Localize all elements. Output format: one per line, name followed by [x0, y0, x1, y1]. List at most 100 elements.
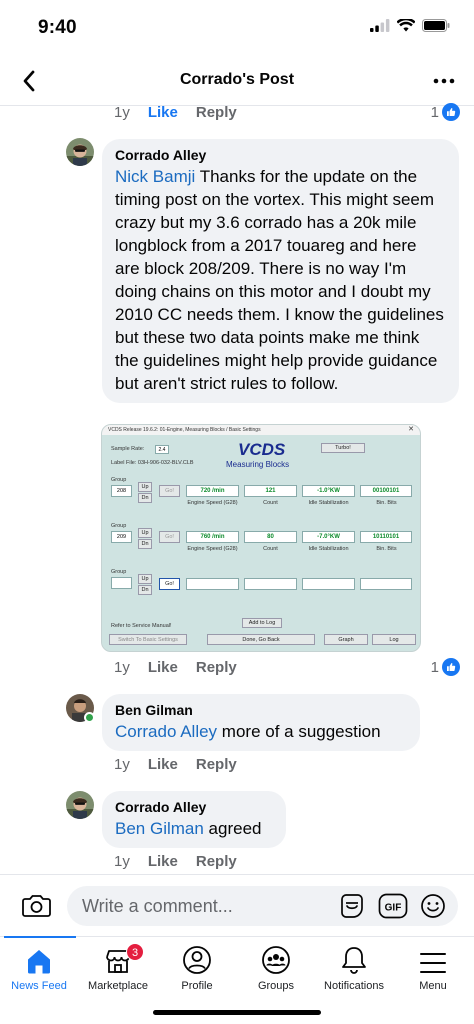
status-icons — [370, 19, 450, 32]
vcds-value-label: Idle Stabilization — [308, 546, 349, 552]
bottom-tab-bar: News Feed 3 Marketplace Profile Groups N… — [0, 936, 474, 996]
reply-button[interactable]: Reply — [196, 659, 237, 676]
vcds-group-input — [111, 577, 132, 589]
tab-menu[interactable]: Menu — [394, 937, 472, 992]
tab-label: News Feed — [11, 980, 67, 992]
notification-badge: 3 — [126, 943, 144, 961]
avatar[interactable] — [66, 138, 94, 166]
home-icon — [28, 950, 50, 974]
bell-icon — [342, 947, 366, 974]
vcds-group-number: 209 — [111, 531, 132, 543]
tab-profile[interactable]: Profile — [158, 937, 236, 992]
tab-marketplace[interactable]: 3 Marketplace — [79, 937, 157, 992]
comment-actions: 1y Like Reply — [114, 659, 237, 676]
vcds-group-label: Group — [111, 569, 127, 575]
post-header: Corrado's Post — [0, 56, 474, 106]
reaction-count: 1 — [430, 103, 439, 121]
vcds-go-button: Go! — [159, 531, 180, 543]
page-title: Corrado's Post — [179, 71, 295, 88]
vcds-done-button: Done, Go Back — [207, 634, 315, 645]
comment-bubble[interactable]: Corrado Alley Ben Gilman agreed — [102, 791, 286, 848]
vcds-graph-button: Graph — [324, 634, 368, 645]
tab-label: Notifications — [324, 980, 384, 992]
reply-button[interactable]: Reply — [196, 853, 237, 870]
like-button[interactable]: Like — [148, 756, 178, 773]
groups-icon — [262, 946, 290, 974]
vcds-value-label: Idle Stabilization — [308, 500, 349, 506]
vcds-up-button: Up — [138, 574, 152, 584]
wifi-icon — [397, 19, 415, 32]
avatar-corrado-icon — [66, 791, 94, 819]
comment-bubble[interactable]: Ben Gilman Corrado Alley more of a sugge… — [102, 694, 420, 751]
tab-icon-wrap — [237, 937, 315, 975]
comment-input[interactable]: Write a comment... GIF — [67, 886, 458, 926]
reaction-summary[interactable]: 1 — [431, 658, 460, 676]
reply-button[interactable]: Reply — [196, 104, 237, 121]
vcds-sample-rate-label: Sample Rate: — [111, 446, 145, 452]
like-button[interactable]: Like — [148, 659, 178, 676]
vcds-value-label: Engine Speed (G28) — [187, 546, 238, 552]
tab-news-feed[interactable]: News Feed — [0, 936, 78, 992]
status-time: 9:40 — [38, 17, 77, 38]
vcds-up-button: Up — [138, 482, 152, 492]
vcds-value-box — [244, 578, 297, 590]
comment-author[interactable]: Ben Gilman — [115, 702, 406, 718]
vcds-value-label: Bin. Bits — [376, 500, 397, 506]
comment-text: Corrado Alley more of a suggestion — [115, 720, 406, 743]
reaction-count: 1 — [430, 658, 439, 676]
vcds-go-button: Go! — [159, 485, 180, 497]
comment-actions: 1y Like Reply — [114, 756, 237, 773]
comment-age: 1y — [114, 104, 130, 121]
vcds-logo: VCDS — [238, 440, 286, 459]
menu-icon — [420, 953, 446, 973]
tab-groups[interactable]: Groups — [237, 937, 315, 992]
like-button[interactable]: Like — [148, 853, 178, 870]
composer-icons: GIF — [338, 893, 446, 919]
comment-actions: 1y Like Reply — [114, 104, 237, 121]
comment-bubble[interactable]: Corrado Alley Nick Bamji Thanks for the … — [102, 139, 459, 403]
comment-body: more of a suggestion — [217, 722, 381, 741]
gif-icon[interactable]: GIF — [378, 893, 408, 919]
reaction-summary[interactable]: 1 — [431, 103, 460, 121]
comment-text: Nick Bamji Thanks for the update on the … — [115, 165, 445, 395]
comment-placeholder: Write a comment... — [82, 896, 233, 916]
emoji-icon[interactable] — [420, 893, 446, 919]
comment-composer: Write a comment... GIF — [0, 874, 474, 936]
vcds-dn-button: Dn — [138, 539, 152, 549]
mention-link[interactable]: Ben Gilman — [115, 819, 204, 838]
tab-notifications[interactable]: Notifications — [315, 937, 393, 992]
comment-author[interactable]: Corrado Alley — [115, 147, 445, 163]
tab-label: Profile — [181, 980, 213, 992]
vcds-value-label: Engine Speed (G28) — [187, 500, 238, 506]
camera-icon — [22, 895, 51, 917]
like-button[interactable]: Like — [148, 104, 178, 121]
vcds-sample-rate: 2.4 — [155, 445, 169, 454]
vcds-group-label: Group — [111, 477, 127, 483]
more-options-button[interactable] — [430, 68, 458, 94]
avatar[interactable] — [66, 791, 94, 819]
comment-age: 1y — [114, 853, 130, 870]
sticker-icon[interactable] — [338, 893, 366, 919]
mention-link[interactable]: Corrado Alley — [115, 722, 217, 741]
attached-image[interactable]: VCDS Release 19.6.2: 01-Engine, Measurin… — [101, 424, 421, 652]
tab-icon-wrap — [0, 937, 78, 975]
vcds-value: 10110101 — [360, 531, 412, 543]
close-icon: ✕ — [408, 426, 414, 433]
comment-body: agreed — [203, 819, 262, 838]
vcds-value: 121 — [244, 485, 297, 497]
mention-link[interactable]: Nick Bamji — [115, 167, 195, 186]
tab-label: Menu — [419, 980, 447, 992]
comment-author[interactable]: Corrado Alley — [115, 799, 272, 815]
vcds-value: 00100101 — [360, 485, 412, 497]
vcds-dn-button: Dn — [138, 585, 152, 595]
vcds-group-number: 208 — [111, 485, 132, 497]
reply-button[interactable]: Reply — [196, 756, 237, 773]
thumbs-up-icon — [442, 658, 460, 676]
comment-actions: 1y Like Reply — [114, 853, 237, 870]
status-bar: 9:40 — [0, 0, 474, 56]
signal-icon — [370, 19, 390, 32]
profile-icon — [183, 946, 211, 974]
vcds-go-button: Go! — [159, 578, 180, 590]
tab-icon-wrap — [315, 937, 393, 975]
camera-button[interactable] — [22, 893, 51, 923]
